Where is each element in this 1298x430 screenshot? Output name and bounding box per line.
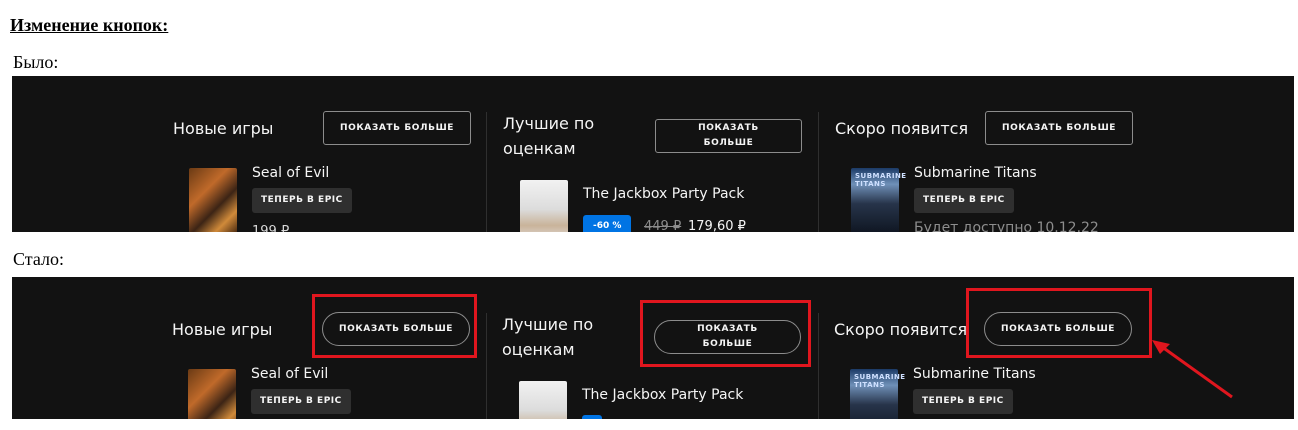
highlight-box-top-rated [640, 300, 811, 367]
before-label: Было: [13, 52, 59, 72]
status-tag: ТЕПЕРЬ В EPIC [913, 389, 1013, 414]
discount-badge [582, 415, 602, 419]
highlight-box-coming-soon [966, 288, 1152, 358]
game-title[interactable]: Seal of Evil [252, 165, 329, 181]
game-title[interactable]: Submarine Titans [914, 165, 1037, 181]
after-label: Стало: [13, 249, 64, 269]
game-title[interactable]: Submarine Titans [913, 366, 1036, 382]
show-more-button[interactable]: ПОКАЗАТЬ БОЛЬШЕ [985, 111, 1133, 145]
show-more-label-line2: БОЛЬШЕ [703, 138, 754, 148]
doc-heading: Изменение кнопок: [10, 15, 169, 35]
game-title[interactable]: The Jackbox Party Pack [583, 186, 744, 202]
show-more-label-line1: ПОКАЗАТЬ [698, 123, 759, 133]
column-top-rated: Лучшие по оценкам ПОКАЗАТЬ БОЛЬШЕ The Ja… [487, 76, 818, 232]
column-title-line2: оценкам [503, 139, 576, 158]
cover-logo: SUBMARINE TITANS [855, 172, 907, 188]
column-title: Лучшие по оценкам [503, 111, 594, 161]
game-cover[interactable]: SUBMARINE TITANS [851, 168, 907, 232]
column-title: Новые игры [172, 320, 273, 339]
game-title[interactable]: Seal of Evil [251, 366, 328, 382]
column-new-games: Новые игры ПОКАЗАТЬ БОЛЬШЕ Seal of Evil … [12, 76, 486, 232]
column-title-line2: оценкам [502, 340, 575, 359]
column-title-line1: Лучшие по [503, 114, 595, 133]
column-title: Новые игры [173, 119, 274, 138]
show-more-button[interactable]: ПОКАЗАТЬ БОЛЬШЕ [323, 111, 471, 145]
discount-badge: -60 % [583, 215, 632, 232]
game-cover[interactable]: SUBMARINE TITANS [850, 369, 906, 419]
column-title: Скоро появится [835, 119, 969, 138]
show-more-button[interactable]: ПОКАЗАТЬ БОЛЬШЕ [655, 119, 802, 153]
cover-logo: SUBMARINE TITANS [854, 373, 906, 389]
column-title-line1: Лучшие по [502, 315, 594, 334]
highlight-box-new-games [312, 294, 477, 358]
column-title: Скоро появится [834, 320, 968, 339]
game-cover[interactable] [189, 168, 237, 232]
arrow-icon [1152, 340, 1233, 399]
availability-text: Будет доступно 10.12.22 [914, 220, 1099, 232]
old-price: 449 ₽ [644, 219, 682, 232]
status-tag: ТЕПЕРЬ В EPIC [252, 188, 352, 213]
column-title: Лучшие по оценкам [502, 312, 593, 362]
game-title[interactable]: The Jackbox Party Pack [582, 387, 743, 403]
game-cover[interactable] [520, 180, 568, 232]
game-cover[interactable] [519, 381, 567, 419]
column-coming-soon: Скоро появится ПОКАЗАТЬ БОЛЬШЕ SUBMARINE… [819, 76, 1294, 232]
status-tag: ТЕПЕРЬ В EPIC [914, 188, 1014, 213]
price: 199 ₽ [252, 224, 290, 232]
game-cover[interactable] [188, 369, 236, 419]
before-panel: Новые игры ПОКАЗАТЬ БОЛЬШЕ Seal of Evil … [12, 76, 1294, 232]
status-tag: ТЕПЕРЬ В EPIC [251, 389, 351, 414]
new-price: 179,60 ₽ [688, 219, 746, 232]
